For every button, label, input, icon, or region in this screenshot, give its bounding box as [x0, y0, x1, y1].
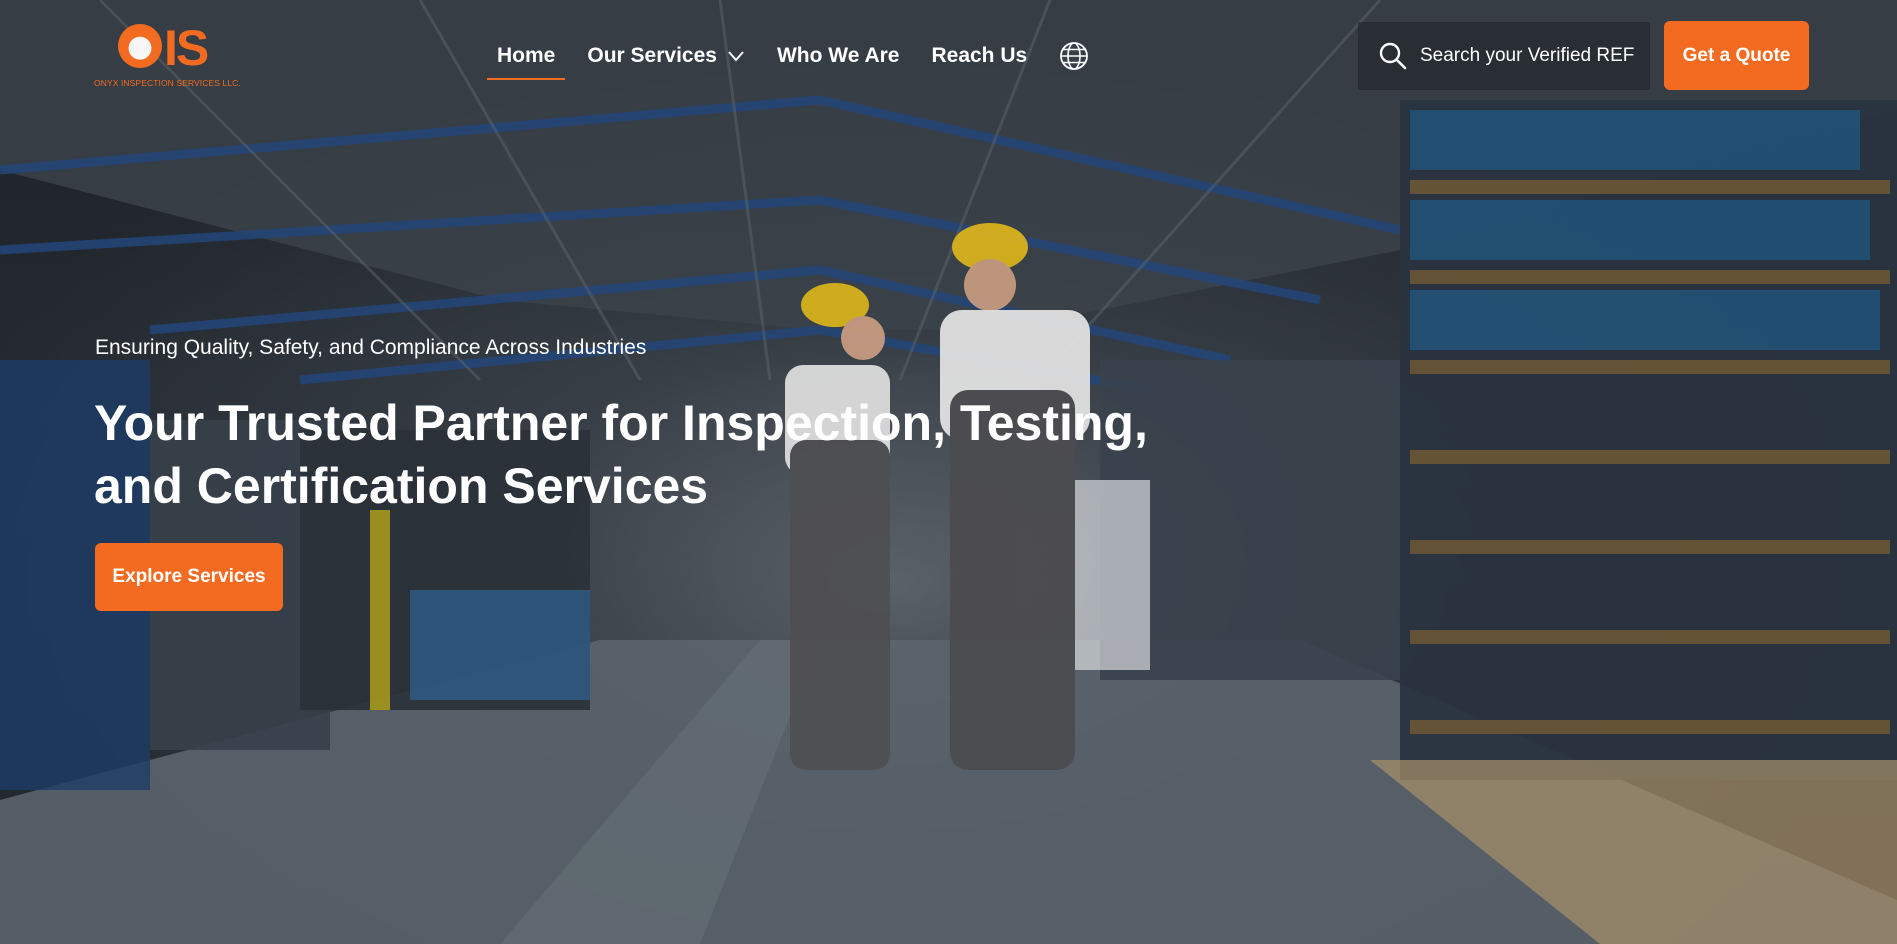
explore-services-button[interactable]: Explore Services	[95, 543, 283, 611]
verified-ref-search[interactable]: Search your Verified REF	[1358, 22, 1650, 90]
hero-headline-line-1: Your Trusted Partner for Inspection, Tes…	[94, 395, 1148, 451]
hero-headline-line-2: and Certification Services	[94, 458, 709, 514]
company-logo[interactable]: IS ONYX INSPECTION SERVICES LLC.	[94, 18, 254, 92]
search-icon	[1379, 42, 1407, 70]
hero-headline: Your Trusted Partner for Inspection, Tes…	[94, 392, 1194, 518]
logo-emblem-icon	[118, 24, 162, 68]
nav-item-home[interactable]: Home	[486, 44, 566, 80]
globe-icon[interactable]	[1059, 41, 1089, 71]
main-nav: Home Our Services Who We Are Reach Us	[486, 38, 1089, 80]
get-a-quote-button[interactable]: Get a Quote	[1664, 21, 1809, 90]
nav-item-our-services[interactable]: Our Services	[587, 44, 745, 68]
nav-item-who-we-are[interactable]: Who We Are	[777, 44, 900, 68]
logo-mark: IS	[164, 20, 209, 76]
hero-tagline: Ensuring Quality, Safety, and Compliance…	[95, 336, 647, 359]
nav-item-label: Our Services	[587, 44, 717, 67]
logo-subtitle: ONYX INSPECTION SERVICES LLC.	[94, 78, 241, 88]
site-header: IS ONYX INSPECTION SERVICES LLC. Home Ou…	[0, 0, 1897, 112]
chevron-down-icon	[728, 51, 744, 62]
search-label: Search your Verified REF	[1420, 45, 1635, 66]
nav-item-reach-us[interactable]: Reach Us	[931, 44, 1027, 68]
hero-section: IS ONYX INSPECTION SERVICES LLC. Home Ou…	[0, 0, 1897, 944]
